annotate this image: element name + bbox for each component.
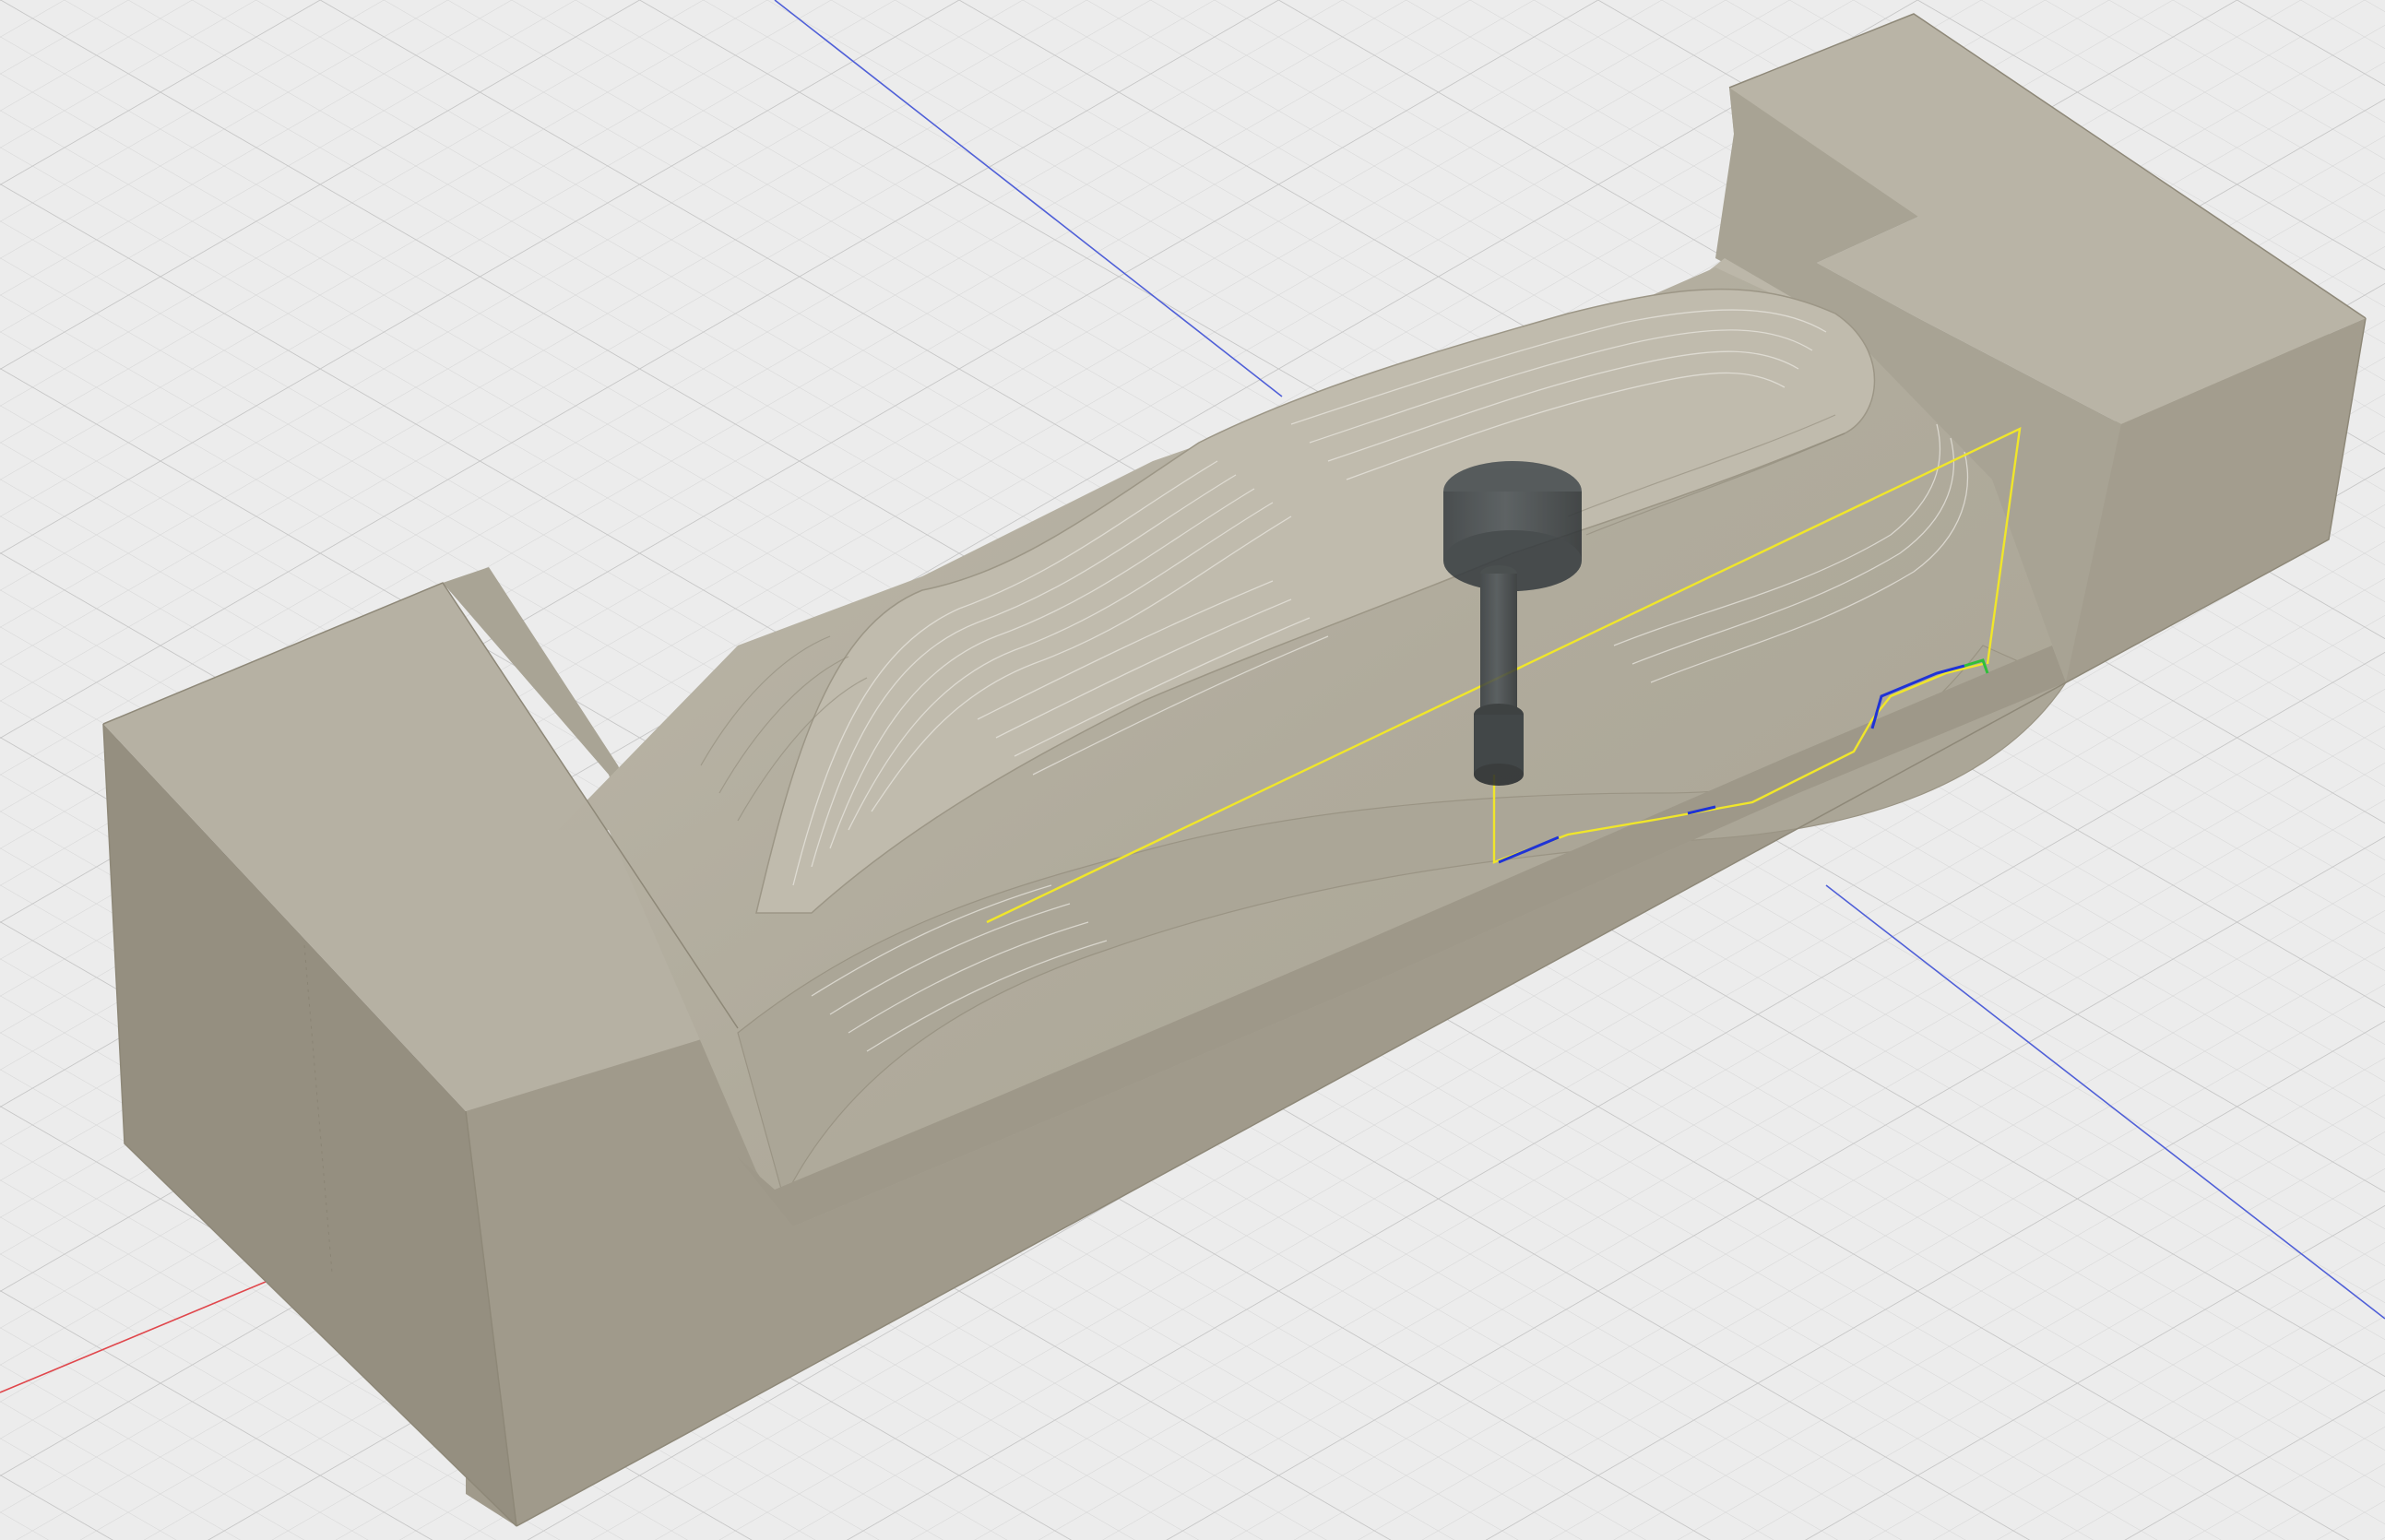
3d-viewport[interactable] (0, 0, 2385, 1540)
cam-simulation-scene[interactable] (0, 0, 2385, 1540)
